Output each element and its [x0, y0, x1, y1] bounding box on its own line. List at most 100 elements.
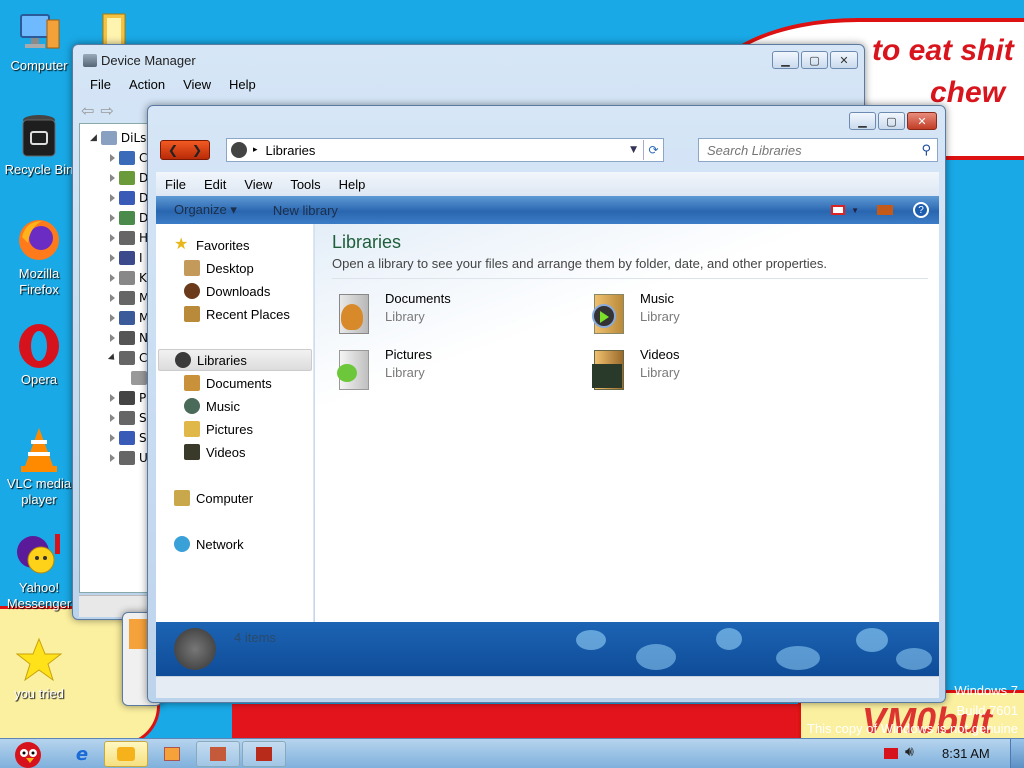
close-button[interactable]: ✕ [907, 112, 937, 130]
desktop-icon-label: Computer [10, 58, 68, 73]
expand-arrow-icon[interactable] [110, 414, 115, 422]
minimize-button[interactable]: ▁ [772, 51, 799, 69]
breadcrumb-arrow-icon[interactable]: ▸ [253, 145, 258, 155]
expand-arrow-icon[interactable] [110, 314, 115, 322]
tree-root[interactable]: ◢ DiLs [90, 128, 146, 148]
show-desktop-button[interactable] [1010, 739, 1024, 768]
watermark-line-2: Build 7601 [956, 703, 1018, 718]
device-tree-node[interactable]: S [110, 408, 147, 428]
device-category-label: S [139, 411, 147, 425]
maximize-button[interactable]: ▢ [878, 112, 905, 130]
device-tree-node[interactable]: H [110, 228, 148, 248]
menu-edit[interactable]: Edit [195, 177, 235, 192]
menu-action[interactable]: Action [120, 77, 174, 92]
view-dropdown-icon[interactable]: ▼ [851, 206, 859, 215]
minimize-button[interactable]: ▁ [849, 112, 876, 130]
device-manager-menu: File Action View Help [81, 77, 265, 92]
search-box[interactable]: ⚲ [698, 138, 938, 162]
expand-arrow-icon[interactable] [110, 174, 115, 182]
menu-tools[interactable]: Tools [281, 177, 329, 192]
watermark-line-3: This copy of Windows is not genuine [807, 721, 1018, 736]
expand-arrow-icon[interactable] [110, 154, 115, 162]
taskbar-device-manager[interactable] [196, 741, 240, 767]
taskbar-app[interactable] [242, 741, 286, 767]
library-videos[interactable]: Videos Library [590, 346, 680, 392]
device-tree-node[interactable]: P [110, 388, 146, 408]
expand-arrow-icon[interactable] [110, 454, 115, 462]
taskbar-ie[interactable]: e [60, 741, 104, 767]
nav-favorites[interactable]: ★ Favorites [174, 234, 334, 256]
desktop-icon-you-tried[interactable]: you tried [1, 636, 77, 702]
device-tree-node[interactable]: C [110, 148, 147, 168]
expand-arrow-icon[interactable] [110, 294, 115, 302]
taskbar-explorer[interactable] [104, 741, 148, 767]
address-bar[interactable]: ▸ Libraries ▼ ⟳ [226, 138, 664, 162]
desktop-icon-vlc[interactable]: VLC media player [1, 426, 77, 508]
menu-help[interactable]: Help [220, 77, 265, 92]
device-tree-node[interactable]: S [110, 428, 147, 448]
expand-arrow-icon[interactable] [110, 214, 115, 222]
libraries-icon [175, 352, 191, 368]
library-pictures[interactable]: Pictures Library [335, 346, 432, 392]
menu-help[interactable]: Help [330, 177, 375, 192]
library-documents[interactable]: Documents Library [335, 290, 451, 336]
start-button[interactable] [4, 741, 52, 768]
device-tree-node[interactable]: M [110, 308, 149, 328]
new-library-button[interactable]: New library [273, 203, 338, 218]
expand-arrow-icon[interactable] [110, 394, 115, 402]
back-arrow-icon[interactable]: ⇦ [81, 101, 94, 120]
menu-file[interactable]: File [81, 77, 120, 92]
expand-arrow-icon[interactable] [110, 434, 115, 442]
desktop-icon-yahoo[interactable]: Yahoo! Messenger [1, 530, 77, 612]
device-tree-node[interactable]: D [110, 168, 148, 188]
libraries-explorer-window[interactable]: ▁ ▢ ✕ ❮ ❯ ▸ Libraries ▼ ⟳ ⚲ File Edit Vie… [147, 105, 946, 703]
device-tree-node[interactable]: M [110, 288, 149, 308]
preview-pane-icon[interactable] [877, 205, 893, 215]
back-button[interactable]: ❮ [168, 143, 178, 157]
device-category-icon [119, 271, 135, 285]
volume-icon[interactable]: 🔊︎ [905, 744, 914, 760]
desktop-icon-recycle-bin[interactable]: Recycle Bin [1, 112, 77, 178]
device-tree-node[interactable]: U [110, 448, 148, 468]
search-icon[interactable]: ⚲ [921, 143, 931, 158]
view-options-icon[interactable] [831, 205, 846, 215]
expand-arrow-icon[interactable] [110, 234, 115, 242]
menu-view[interactable]: View [174, 77, 220, 92]
yahoo-messenger-icon [15, 530, 63, 578]
nav-libraries[interactable]: Libraries [158, 349, 312, 371]
forward-button[interactable]: ❯ [192, 143, 202, 157]
device-tree-node[interactable]: C [107, 348, 147, 368]
search-input[interactable] [707, 142, 922, 158]
taskbar-media[interactable] [150, 741, 194, 767]
menu-view[interactable]: View [235, 177, 281, 192]
help-icon[interactable]: ? [913, 202, 929, 218]
expand-arrow-icon[interactable] [110, 194, 115, 202]
libraries-icon [231, 142, 247, 158]
expand-arrow-icon[interactable] [110, 254, 115, 262]
organize-button[interactable]: Organize ▾ [174, 202, 237, 218]
expand-arrow-icon[interactable] [110, 274, 115, 282]
content-pane: Libraries Open a library to see your fil… [315, 224, 939, 622]
desktop-icon-opera[interactable]: Opera [1, 322, 77, 388]
device-tree-node[interactable]: D [110, 188, 148, 208]
device-tree-node[interactable]: K [110, 268, 147, 288]
action-center-icon[interactable] [884, 748, 898, 759]
address-dropdown-icon[interactable]: ▼ [630, 145, 637, 155]
forward-arrow-icon[interactable]: ⇨ [100, 101, 113, 120]
clock[interactable]: 8:31 AM [942, 746, 990, 761]
nav-computer[interactable]: Computer [174, 487, 334, 509]
refresh-icon[interactable]: ⟳ [643, 140, 663, 160]
expand-arrow-icon[interactable] [107, 353, 118, 363]
device-tree-node[interactable]: N [110, 328, 148, 348]
pictures-icon [184, 421, 200, 437]
nav-network[interactable]: Network [174, 533, 334, 555]
library-music[interactable]: Music Library [590, 290, 680, 336]
device-tree-node[interactable]: D [110, 208, 148, 228]
device-tree-node[interactable]: I [110, 248, 143, 268]
desktop-icon-computer[interactable]: Computer [1, 8, 77, 74]
maximize-button[interactable]: ▢ [801, 51, 828, 69]
close-button[interactable]: ✕ [830, 51, 858, 69]
desktop-icon-firefox[interactable]: Mozilla Firefox [1, 216, 77, 298]
menu-file[interactable]: File [156, 177, 195, 192]
expand-arrow-icon[interactable] [110, 334, 115, 342]
